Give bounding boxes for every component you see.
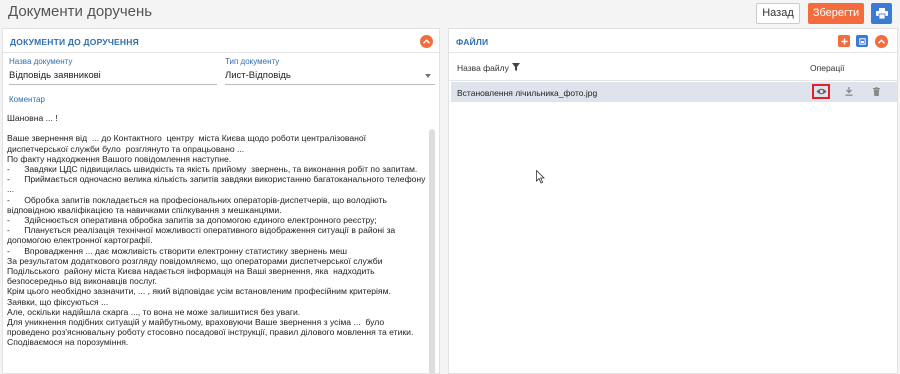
doc-type-select[interactable]: Лист-Відповідь [225, 70, 291, 81]
top-bar: Документи доручень Назад Зберегти [0, 0, 900, 28]
doc-name-label: Назва документу [9, 57, 73, 66]
files-table-header: Назва файлу Операції [449, 53, 897, 81]
printer-icon [875, 8, 888, 19]
files-panel: ФАЙЛИ Назва файлу Операції Встановлення … [448, 28, 898, 374]
add-file-button[interactable] [838, 35, 850, 47]
plus-icon [841, 38, 847, 44]
download-icon [845, 87, 853, 96]
table-row[interactable]: Встановлення лічильника_фото.jpg [451, 82, 897, 102]
back-button[interactable]: Назад [756, 3, 800, 24]
eye-icon [816, 88, 826, 95]
upload-icon [858, 37, 866, 45]
files-panel-title: ФАЙЛИ [456, 37, 489, 47]
documents-panel: ДОКУМЕНТИ ДО ДОРУЧЕННЯ Назва документу В… [2, 28, 440, 374]
files-panel-header: ФАЙЛИ [449, 29, 897, 53]
documents-panel-header: ДОКУМЕНТИ ДО ДОРУЧЕННЯ [3, 29, 439, 53]
comment-label: Коментар [9, 95, 45, 104]
page-title: Документи доручень [8, 3, 153, 20]
comment-textarea[interactable]: Шановна ... ! Ваше звернення від ... до … [7, 113, 427, 373]
column-file-name: Назва файлу [457, 63, 509, 73]
doc-name-input[interactable]: Відповідь заявникові [9, 70, 101, 81]
chevron-up-icon [423, 39, 430, 44]
download-file-button[interactable] [844, 86, 854, 97]
chevron-up-icon [878, 39, 885, 44]
print-button[interactable] [871, 3, 892, 24]
file-name[interactable]: Встановлення лічильника_фото.jpg [457, 88, 597, 98]
collapse-documents-button[interactable] [420, 35, 433, 48]
delete-file-button[interactable] [871, 86, 881, 97]
doc-name-underline [9, 84, 217, 85]
caret-down-icon[interactable] [425, 74, 431, 78]
mouse-cursor-icon [536, 170, 545, 184]
doc-type-underline [225, 84, 435, 85]
view-file-button[interactable] [812, 84, 830, 99]
filter-icon[interactable] [512, 63, 520, 71]
doc-type-label: Тип документу [225, 57, 280, 66]
collapse-files-button[interactable] [875, 35, 888, 48]
comment-scroll-thumb[interactable] [429, 129, 435, 373]
upload-file-button[interactable] [856, 35, 868, 47]
save-button[interactable]: Зберегти [808, 3, 864, 24]
documents-panel-title: ДОКУМЕНТИ ДО ДОРУЧЕННЯ [10, 37, 139, 47]
comment-scrollbar[interactable] [429, 121, 435, 373]
trash-icon [872, 87, 880, 96]
column-operations: Операції [810, 63, 845, 73]
